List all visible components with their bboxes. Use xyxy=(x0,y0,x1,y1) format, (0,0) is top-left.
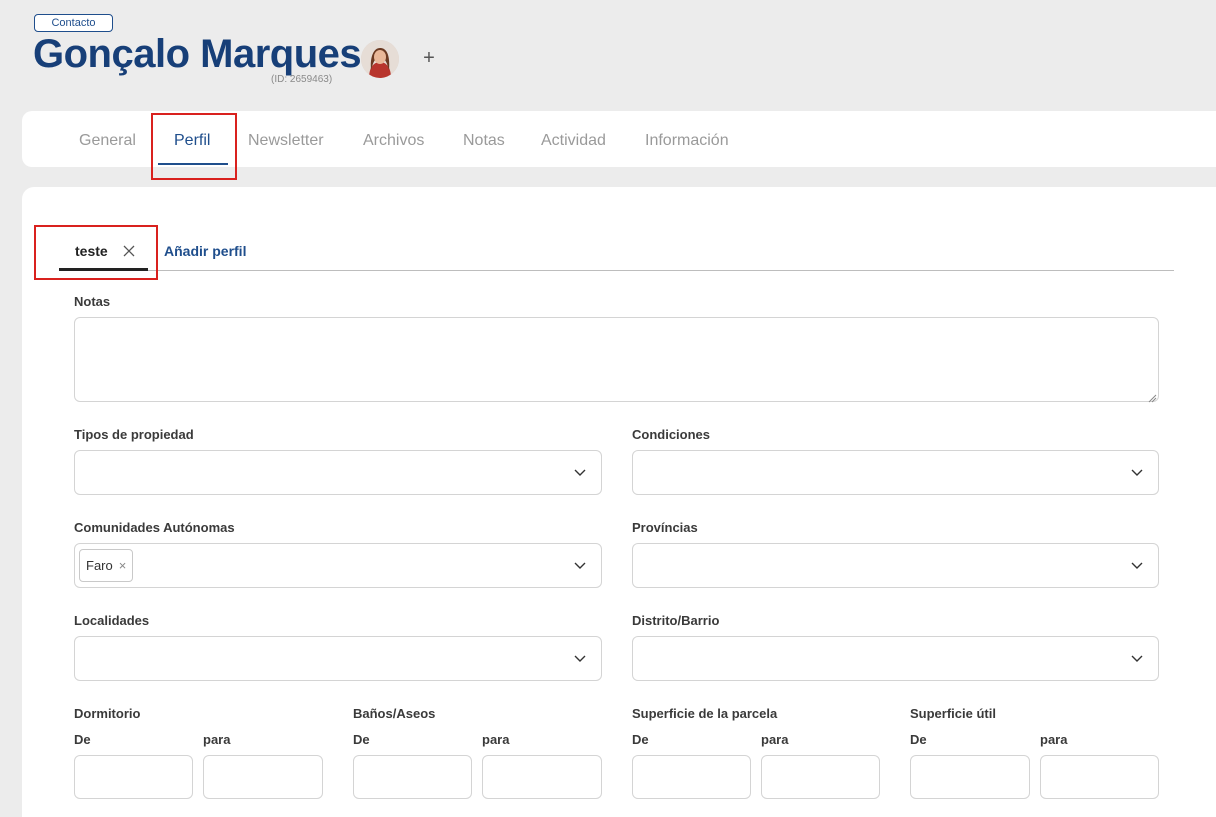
district-label: Distrito/Barrio xyxy=(632,613,720,628)
profile-card xyxy=(22,187,1216,817)
bathrooms-to-label: para xyxy=(482,732,510,747)
chevron-down-icon xyxy=(1131,655,1143,662)
plot-area-to-input[interactable] xyxy=(761,755,880,799)
contact-name: Gonçalo Marques xyxy=(33,32,362,76)
selected-chip-faro: Faro × xyxy=(79,549,134,582)
useful-area-label: Superficie útil xyxy=(910,706,996,721)
resize-grip-icon[interactable] xyxy=(1147,390,1157,403)
chevron-down-icon xyxy=(1131,562,1143,569)
plot-area-from-input[interactable] xyxy=(632,755,751,799)
chevron-down-icon xyxy=(574,655,586,662)
useful-area-from-input[interactable] xyxy=(910,755,1030,799)
chevron-down-icon xyxy=(1131,469,1143,476)
bedrooms-to-input[interactable] xyxy=(203,755,323,799)
add-button[interactable]: + xyxy=(420,47,438,69)
tab-notas[interactable]: Notas xyxy=(463,111,505,167)
bedrooms-label: Dormitorio xyxy=(74,706,141,721)
chip-remove-icon[interactable]: × xyxy=(119,558,127,573)
bathrooms-from-input[interactable] xyxy=(353,755,472,799)
communities-select[interactable]: Faro × xyxy=(74,543,602,588)
add-profile-link[interactable]: Añadir perfil xyxy=(164,243,246,259)
tab-actividad[interactable]: Actividad xyxy=(541,111,606,167)
plot-area-from-label: De xyxy=(632,732,649,747)
useful-area-from-label: De xyxy=(910,732,927,747)
bedrooms-from-label: De xyxy=(74,732,91,747)
chevron-down-icon xyxy=(574,562,586,569)
plot-area-to-label: para xyxy=(761,732,789,747)
localities-select[interactable] xyxy=(74,636,602,681)
profile-tabs-divider xyxy=(59,270,1174,271)
notes-label: Notas xyxy=(74,294,111,309)
provinces-label: Províncias xyxy=(632,520,698,535)
district-select[interactable] xyxy=(632,636,1159,681)
bedrooms-to-label: para xyxy=(203,732,231,747)
highlight-box-perfil xyxy=(151,113,237,180)
notes-textarea[interactable] xyxy=(74,317,1159,402)
property-types-label: Tipos de propiedad xyxy=(74,427,194,442)
tab-archivos[interactable]: Archivos xyxy=(363,111,424,167)
highlight-box-profile xyxy=(34,225,158,280)
chevron-down-icon xyxy=(574,469,586,476)
contact-type-badge: Contacto xyxy=(34,14,113,32)
avatar[interactable] xyxy=(361,40,399,78)
chip-label: Faro xyxy=(86,558,113,573)
tab-informacion[interactable]: Información xyxy=(645,111,729,167)
plot-area-label: Superficie de la parcela xyxy=(632,706,778,721)
conditions-select[interactable] xyxy=(632,450,1159,495)
bathrooms-from-label: De xyxy=(353,732,370,747)
tab-newsletter[interactable]: Newsletter xyxy=(248,111,324,167)
communities-label: Comunidades Autónomas xyxy=(74,520,235,535)
bathrooms-label: Baños/Aseos xyxy=(353,706,436,721)
contact-id: (ID: 2659463) xyxy=(271,74,333,85)
bathrooms-to-input[interactable] xyxy=(482,755,602,799)
localities-label: Localidades xyxy=(74,613,150,628)
provinces-select[interactable] xyxy=(632,543,1159,588)
conditions-label: Condiciones xyxy=(632,427,711,442)
useful-area-to-input[interactable] xyxy=(1040,755,1159,799)
bedrooms-from-input[interactable] xyxy=(74,755,193,799)
property-types-select[interactable] xyxy=(74,450,602,495)
page-header: Contacto Gonçalo Marques (ID: 2659463) + xyxy=(0,0,1216,110)
useful-area-to-label: para xyxy=(1040,732,1068,747)
tab-general[interactable]: General xyxy=(79,111,136,167)
